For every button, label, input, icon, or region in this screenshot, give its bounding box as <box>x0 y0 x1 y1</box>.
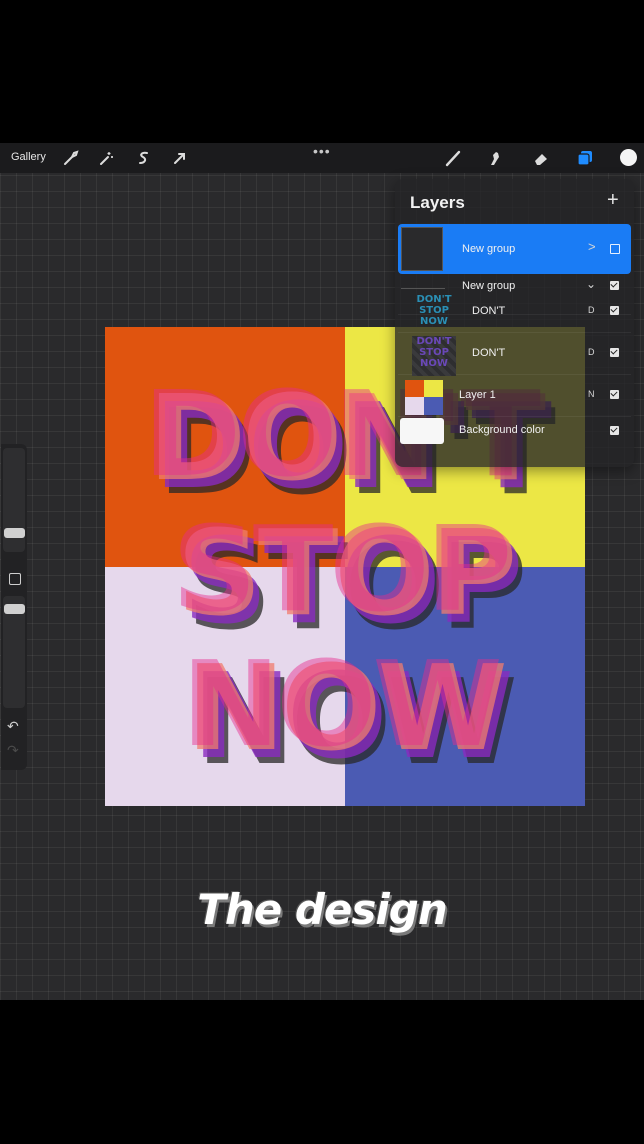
visibility-checkbox[interactable] <box>610 244 620 254</box>
layer-thumbnail <box>401 227 443 271</box>
blend-mode[interactable]: D <box>588 347 595 357</box>
procreate-app: Gallery ••• ↶ ↷ DON'T DON'T DON'T DON'T … <box>0 143 644 1000</box>
layer-name: Background color <box>459 424 545 436</box>
layer-name: DON'T <box>472 347 506 359</box>
video-caption: The design <box>197 885 448 934</box>
blend-mode[interactable]: N <box>588 389 595 399</box>
brush-icon[interactable] <box>444 149 462 167</box>
thumb-text-line: NOW <box>420 358 448 369</box>
top-toolbar: Gallery ••• <box>0 143 644 173</box>
thumb-text-line: NOW <box>420 316 448 327</box>
layers-panel: Layers + New group > New group ⌄ DON'T S… <box>395 179 634 467</box>
selection-icon[interactable] <box>135 149 153 167</box>
brush-size-thumb[interactable] <box>4 528 25 538</box>
layer-thumbnail: DON'T STOP NOW <box>412 294 456 334</box>
modify-button[interactable] <box>9 573 21 585</box>
layer-name: New group <box>462 280 516 292</box>
add-layer-icon[interactable]: + <box>607 189 619 212</box>
thumb-text-line: STOP <box>419 305 449 316</box>
blend-mode[interactable]: D <box>588 305 595 315</box>
opacity-thumb[interactable] <box>4 604 25 614</box>
layer-name: DON'T <box>472 305 506 317</box>
undo-icon[interactable]: ↶ <box>7 718 19 735</box>
chevron-down-icon[interactable]: ⌄ <box>586 277 596 291</box>
transform-arrow-icon[interactable] <box>171 149 189 167</box>
layer-thumbnail: DON'T STOP NOW <box>412 336 456 376</box>
layer-name: Layer 1 <box>459 389 496 401</box>
art-text-stop-magenta: STOP <box>171 500 512 638</box>
thumb-text-line: DON'T <box>416 294 452 305</box>
group-line <box>401 288 445 289</box>
chevron-right-icon[interactable]: > <box>588 239 596 254</box>
visibility-checkbox[interactable] <box>610 390 619 399</box>
layer-row-dont-1[interactable]: DON'T STOP NOW DON'T D <box>398 292 631 333</box>
more-options-icon[interactable]: ••• <box>313 143 331 159</box>
layer-row-layer-1[interactable]: Layer 1 N <box>398 376 631 417</box>
layer-name: New group <box>462 243 516 255</box>
layer-row-background-color[interactable]: Background color <box>398 418 631 458</box>
gallery-button[interactable]: Gallery <box>11 151 46 163</box>
visibility-checkbox[interactable] <box>610 426 619 435</box>
visibility-checkbox[interactable] <box>610 306 619 315</box>
eraser-icon[interactable] <box>532 149 550 167</box>
left-sidebar: ↶ ↷ <box>1 444 27 770</box>
thumb-text-line: DON'T <box>416 336 452 347</box>
layer-thumbnail <box>405 380 443 415</box>
layer-row-new-group-active[interactable]: New group > <box>398 224 631 274</box>
visibility-checkbox[interactable] <box>610 348 619 357</box>
thumb-text-line: STOP <box>419 347 449 358</box>
visibility-checkbox[interactable] <box>610 281 619 290</box>
color-picker-button[interactable] <box>620 149 637 166</box>
smudge-icon[interactable] <box>487 149 505 167</box>
art-text-now-magenta: NOW <box>181 635 502 773</box>
layer-thumbnail <box>400 418 444 444</box>
magic-wand-icon[interactable] <box>97 149 115 167</box>
layers-title: Layers <box>410 193 465 212</box>
layers-icon[interactable] <box>576 149 594 167</box>
layer-row-dont-2[interactable]: DON'T STOP NOW DON'T D <box>398 334 631 376</box>
wrench-icon[interactable] <box>62 149 80 167</box>
redo-icon[interactable]: ↷ <box>7 742 19 759</box>
